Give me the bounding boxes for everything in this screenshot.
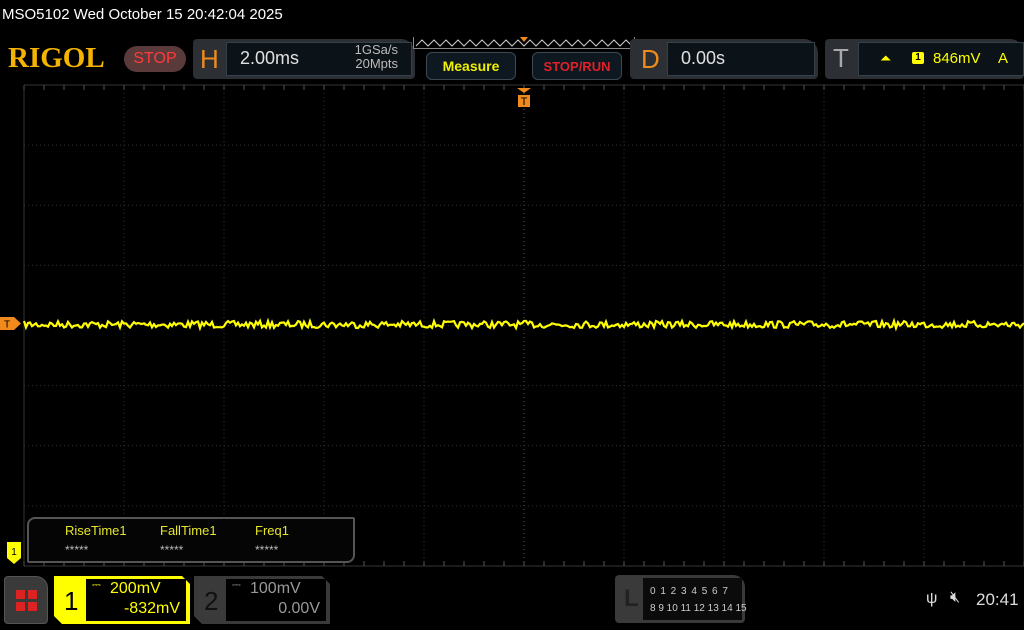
logic-row-2: 8 9 10 11 12 13 14 15 bbox=[650, 603, 747, 614]
trigger-source: 1 bbox=[912, 52, 924, 64]
channel1-offset-marker[interactable]: 1 bbox=[7, 542, 21, 564]
measurement-item[interactable]: RiseTime1 ***** bbox=[65, 523, 155, 561]
svg-text:T: T bbox=[521, 96, 528, 108]
measurement-item[interactable]: FallTime1 ***** bbox=[160, 523, 250, 561]
trigger-label: T bbox=[833, 43, 849, 73]
timebase-value: 2.00ms bbox=[240, 48, 300, 68]
sample-rate: 1GSa/s bbox=[354, 42, 398, 57]
memory-depth: 20Mpts bbox=[355, 56, 398, 71]
usb-icon: ψ bbox=[926, 590, 938, 607]
svg-text:T: T bbox=[4, 320, 10, 331]
rising-edge-icon: ⏶ bbox=[880, 50, 892, 66]
home-menu-button[interactable] bbox=[4, 576, 48, 624]
delay-value: 0.00s bbox=[681, 48, 726, 68]
run-state-badge[interactable]: STOP bbox=[124, 46, 186, 72]
grid bbox=[23, 84, 1024, 567]
rigol-logo: RIGOL bbox=[8, 42, 105, 74]
channel1-scale: 200mV bbox=[110, 580, 161, 597]
channel1-number: 1 bbox=[64, 586, 79, 616]
waveform-display[interactable] bbox=[0, 84, 1024, 568]
logic-row-1: 0 1 2 3 4 5 6 7 bbox=[650, 586, 729, 597]
delay-label: D bbox=[641, 44, 660, 74]
channel2-number: 2 bbox=[204, 586, 219, 616]
dc-coupling-icon: ⎓ bbox=[232, 579, 241, 591]
grid-menu-icon bbox=[16, 590, 37, 611]
clock: 20:41 bbox=[976, 590, 1019, 609]
measurement-panel[interactable]: RiseTime1 ***** FallTime1 ***** Freq1 ***** bbox=[27, 517, 355, 563]
channel1-trace bbox=[22, 317, 1024, 332]
measure-button[interactable]: Measure bbox=[426, 52, 516, 80]
trigger-mode: A bbox=[998, 50, 1009, 67]
mute-icon[interactable]: 🔇︎ bbox=[950, 589, 960, 607]
trigger-level-marker[interactable]: T bbox=[0, 317, 22, 330]
sample-info: 1GSa/s 20Mpts bbox=[330, 43, 398, 71]
dc-coupling-icon: ⎓ bbox=[92, 579, 101, 591]
channel1-offset: -832mV bbox=[123, 600, 180, 617]
waveform-overview bbox=[413, 37, 635, 49]
stop-run-button[interactable]: STOP/RUN bbox=[532, 52, 622, 80]
horizontal-label: H bbox=[200, 44, 219, 74]
channel1-button[interactable]: 1 ⎓ 200mV -832mV bbox=[54, 576, 190, 624]
measurement-item[interactable]: Freq1 ***** bbox=[255, 523, 345, 561]
trigger-position-marker[interactable]: T bbox=[517, 88, 531, 110]
svg-text:1: 1 bbox=[11, 547, 17, 558]
channel2-scale: 100mV bbox=[250, 580, 301, 597]
title-bar: MSO5102 Wed October 15 20:42:04 2025 bbox=[0, 0, 1024, 30]
channel2-offset: 0.00V bbox=[278, 600, 320, 617]
trigger-level: 846mV bbox=[933, 50, 981, 67]
channel2-button[interactable]: 2 ⎓ 100mV 0.00V bbox=[194, 576, 330, 624]
logic-label: L bbox=[624, 585, 639, 612]
